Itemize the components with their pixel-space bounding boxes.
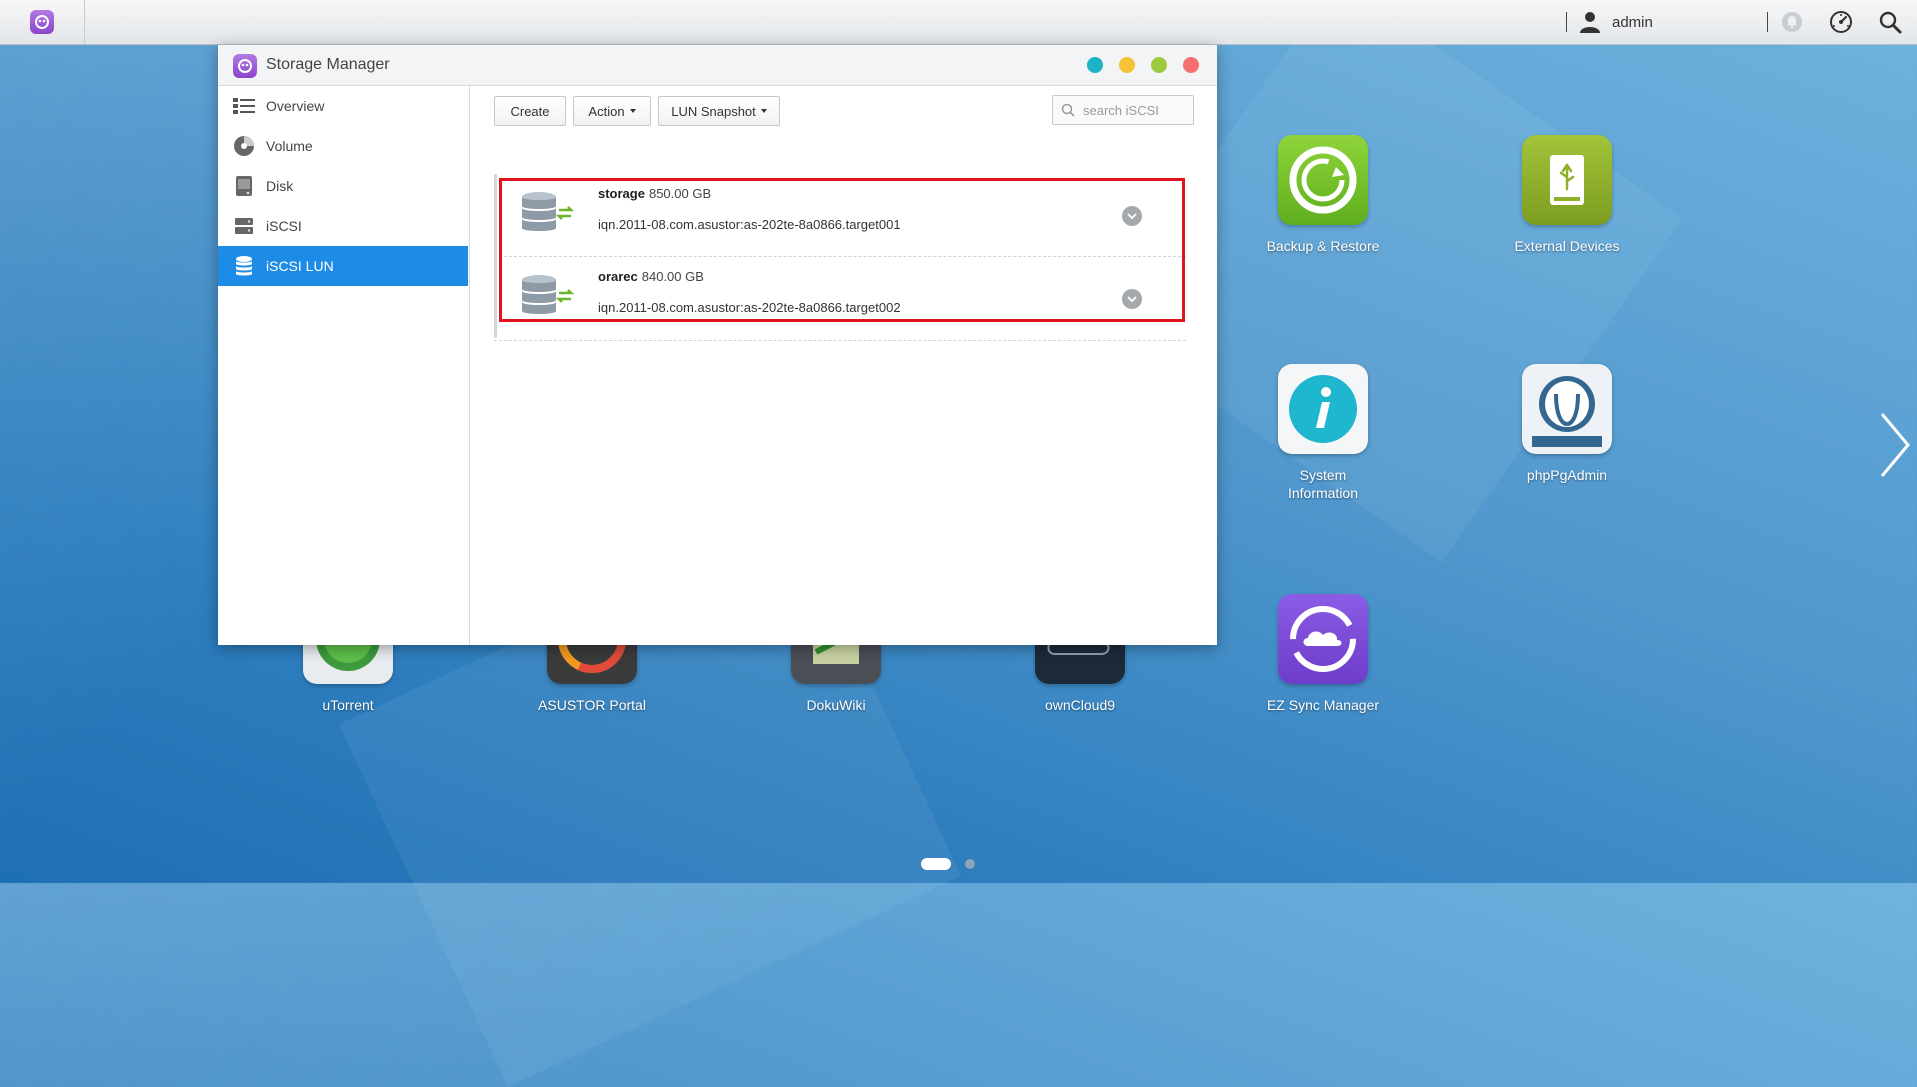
user-icon <box>1580 12 1600 33</box>
lun-snapshot-label: LUN Snapshot <box>671 103 756 119</box>
window-titlebar[interactable]: Storage Manager <box>218 45 1217 86</box>
notification-icon[interactable] <box>1779 9 1805 35</box>
lun-iqn: iqn.2011-08.com.asustor:as-202te-8a0866.… <box>598 217 901 232</box>
desktop-app-phppgadmin[interactable]: phpPgAdmin <box>1487 364 1647 484</box>
sidebar-item-label: iSCSI LUN <box>266 258 334 274</box>
desktop-app-ez-sync-manager[interactable]: EZ Sync Manager <box>1243 594 1403 714</box>
lun-name: storage <box>598 186 645 201</box>
minimize-button[interactable] <box>1119 57 1135 73</box>
home-button[interactable] <box>0 0 85 44</box>
lun-size: 840.00 GB <box>641 269 704 284</box>
volume-icon <box>232 134 256 158</box>
lun-row[interactable]: orarec 840.00 GB iqn.2011-08.com.asustor:… <box>494 256 1186 338</box>
maximize-button[interactable] <box>1151 57 1167 73</box>
search-field <box>1052 95 1194 125</box>
search-icon <box>1061 103 1075 117</box>
lun-name: orarec <box>598 269 638 284</box>
window-title: Storage Manager <box>266 56 390 73</box>
lun-snapshot-dropdown[interactable]: LUN Snapshot <box>658 96 780 126</box>
sidebar-item-label: Disk <box>266 178 294 194</box>
lun-size: 850.00 GB <box>648 186 712 201</box>
iscsi-icon <box>232 214 256 238</box>
backup-restore-icon <box>1278 135 1368 225</box>
chevron-down-icon <box>1127 213 1137 219</box>
app-label: External Devices <box>1514 238 1620 254</box>
desktop-app-system-information[interactable]: System Information <box>1243 364 1403 502</box>
app-label: DokuWiki <box>806 697 866 713</box>
desktop-app-backup-restore[interactable]: Backup & Restore <box>1243 135 1403 255</box>
app-label: Backup & Restore <box>1266 238 1380 254</box>
sidebar: Overview Volume Disk iSCSI iSCSI LUN <box>218 86 470 645</box>
help-button[interactable] <box>1087 57 1103 73</box>
lun-database-icon <box>522 192 575 231</box>
expand-button[interactable] <box>1122 206 1142 226</box>
caret-down-icon <box>629 109 636 113</box>
desktop-app-external-devices[interactable]: External Devices <box>1487 135 1647 255</box>
search-input[interactable] <box>1081 101 1185 119</box>
create-button-label: Create <box>510 103 550 119</box>
create-button[interactable]: Create <box>494 96 566 126</box>
database-icon <box>232 254 256 278</box>
chevron-down-icon <box>1127 296 1137 302</box>
activity-monitor-icon[interactable] <box>1828 9 1854 35</box>
user-menu[interactable]: admin <box>1578 8 1653 36</box>
app-label: ASUSTOR Portal <box>538 697 646 713</box>
divider <box>1767 12 1768 32</box>
sidebar-item-overview[interactable]: Overview <box>218 86 468 126</box>
next-page-arrow-icon[interactable] <box>1876 410 1912 480</box>
page-dot-active[interactable] <box>921 858 951 870</box>
phppgadmin-icon <box>1522 364 1612 454</box>
lun-row[interactable]: storage 850.00 GB iqn.2011-08.com.asustor… <box>494 174 1186 256</box>
page-indicator <box>921 858 975 870</box>
storage-manager-window: Storage Manager Overview Volume Disk iSC… <box>218 45 1217 645</box>
lun-name-line: storage 850.00 GB <box>598 186 711 201</box>
disk-icon <box>232 174 256 198</box>
app-label: ownCloud9 <box>1044 697 1116 713</box>
sidebar-item-disk[interactable]: Disk <box>218 166 468 206</box>
main-content: Create Action LUN Snapshot storage850.00… <box>470 86 1217 645</box>
overview-icon <box>232 94 256 118</box>
action-dropdown[interactable]: Action <box>573 96 651 126</box>
user-name: admin <box>1612 13 1653 31</box>
sidebar-item-label: Volume <box>266 138 313 154</box>
app-label: uTorrent <box>322 697 374 713</box>
search-icon[interactable] <box>1877 9 1903 35</box>
ez-sync-manager-icon <box>1278 594 1368 684</box>
caret-down-icon <box>760 109 767 113</box>
app-label: EZ Sync Manager <box>1266 697 1380 713</box>
storage-manager-app-icon <box>233 54 257 78</box>
lun-list: storage 850.00 GB iqn.2011-08.com.asustor… <box>494 174 1186 341</box>
action-dropdown-label: Action <box>588 103 625 119</box>
external-devices-icon <box>1522 135 1612 225</box>
divider <box>1566 12 1567 32</box>
app-label: System Information <box>1287 467 1359 501</box>
sidebar-item-iscsi[interactable]: iSCSI <box>218 206 468 246</box>
close-button[interactable] <box>1183 57 1199 73</box>
sidebar-item-label: iSCSI <box>266 218 302 234</box>
taskbar: admin <box>0 0 1917 45</box>
page-dot[interactable] <box>965 859 975 869</box>
sidebar-item-label: Overview <box>266 98 325 114</box>
expand-button[interactable] <box>1122 289 1142 309</box>
app-label: phpPgAdmin <box>1526 467 1608 483</box>
lun-database-icon <box>522 275 575 314</box>
sidebar-item-volume[interactable]: Volume <box>218 126 468 166</box>
sidebar-item-iscsi-lun[interactable]: iSCSI LUN <box>218 246 468 286</box>
lun-iqn: iqn.2011-08.com.asustor:as-202te-8a0866.… <box>598 300 901 315</box>
system-information-icon <box>1278 364 1368 454</box>
adm-logo-icon <box>30 10 54 34</box>
lun-name-line: orarec 840.00 GB <box>598 269 704 284</box>
